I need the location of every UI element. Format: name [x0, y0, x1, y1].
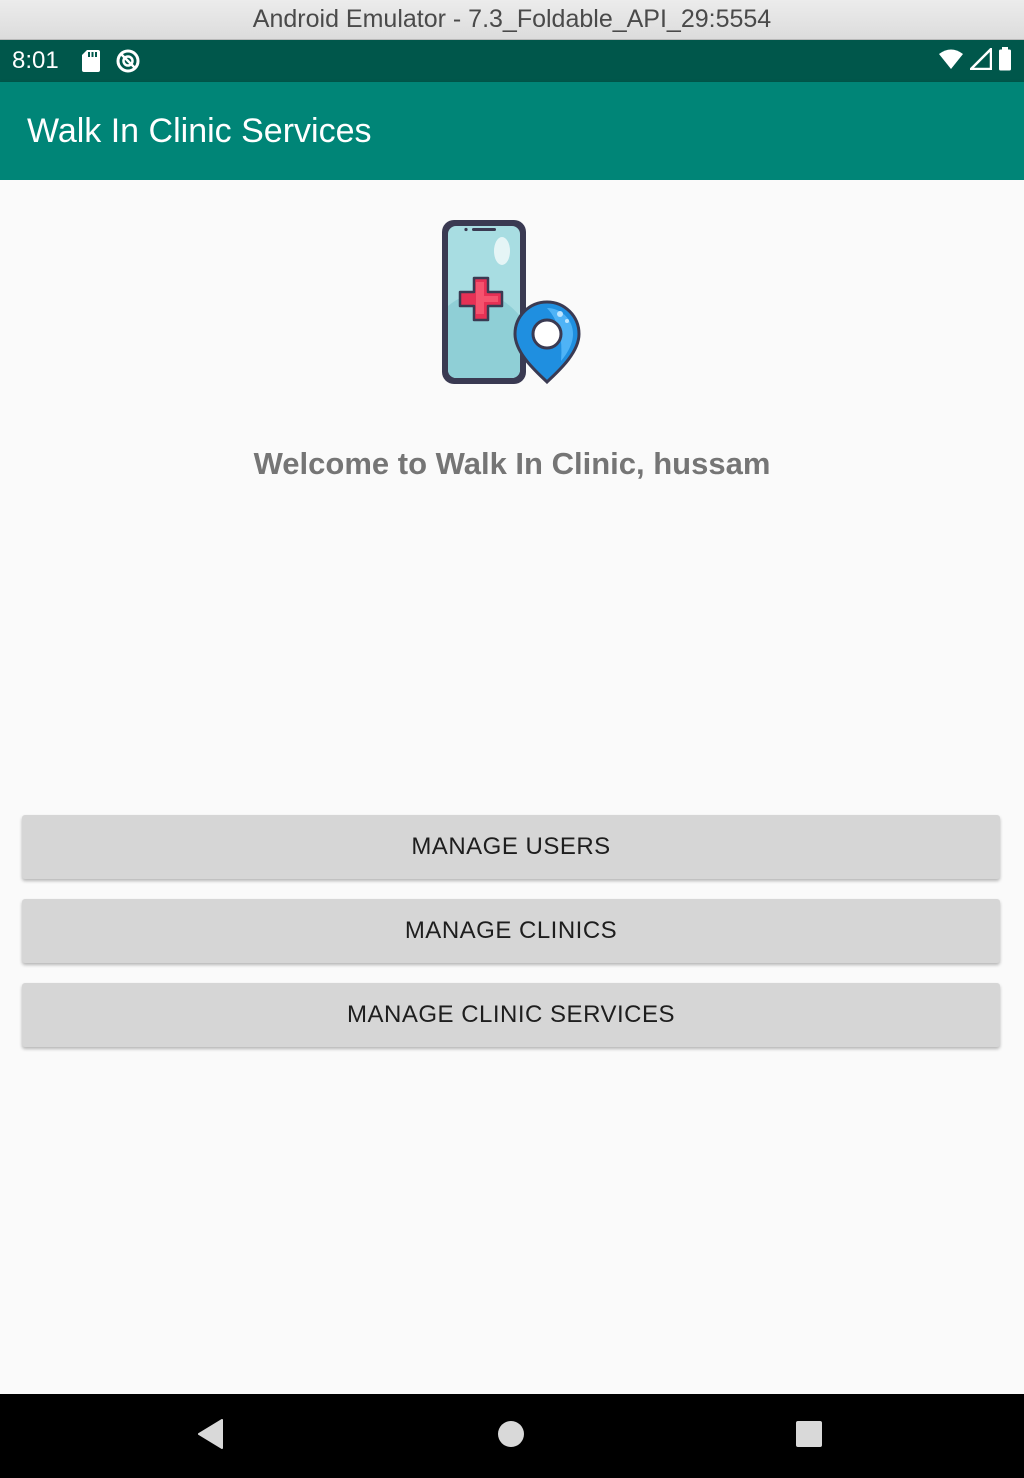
wifi-icon	[938, 48, 964, 75]
app-title: Walk In Clinic Services	[27, 111, 372, 150]
app-toolbar: Walk In Clinic Services	[0, 82, 1024, 180]
data-saver-icon	[115, 48, 141, 74]
window-title: Android Emulator - 7.3_Foldable_API_29:5…	[252, 5, 772, 33]
system-nav-bar	[0, 1394, 1024, 1478]
home-icon	[497, 1420, 525, 1453]
battery-icon	[998, 46, 1012, 76]
emulator-window-titlebar: Android Emulator - 7.3_Foldable_API_29:5…	[0, 0, 1024, 40]
status-icons-right	[938, 46, 1012, 76]
recents-button[interactable]	[754, 1394, 864, 1478]
manage-users-button[interactable]: MANAGE USERS	[22, 815, 1000, 879]
welcome-message: Welcome to Walk In Clinic, hussam	[253, 446, 771, 481]
back-icon	[196, 1418, 224, 1455]
manage-clinic-services-button[interactable]: MANAGE CLINIC SERVICES	[22, 983, 1000, 1047]
recents-icon	[795, 1420, 823, 1453]
back-button[interactable]	[155, 1394, 265, 1478]
status-bar: 8:01	[0, 40, 1024, 82]
cell-signal-icon	[969, 47, 993, 75]
main-content: Welcome to Walk In Clinic, hussam MANAGE…	[0, 180, 1024, 1394]
sd-card-icon	[81, 49, 101, 73]
manage-clinics-button[interactable]: MANAGE CLINICS	[22, 899, 1000, 963]
status-time: 8:01	[12, 47, 59, 74]
home-button[interactable]	[456, 1394, 566, 1478]
clinic-phone-location-icon	[430, 216, 600, 390]
